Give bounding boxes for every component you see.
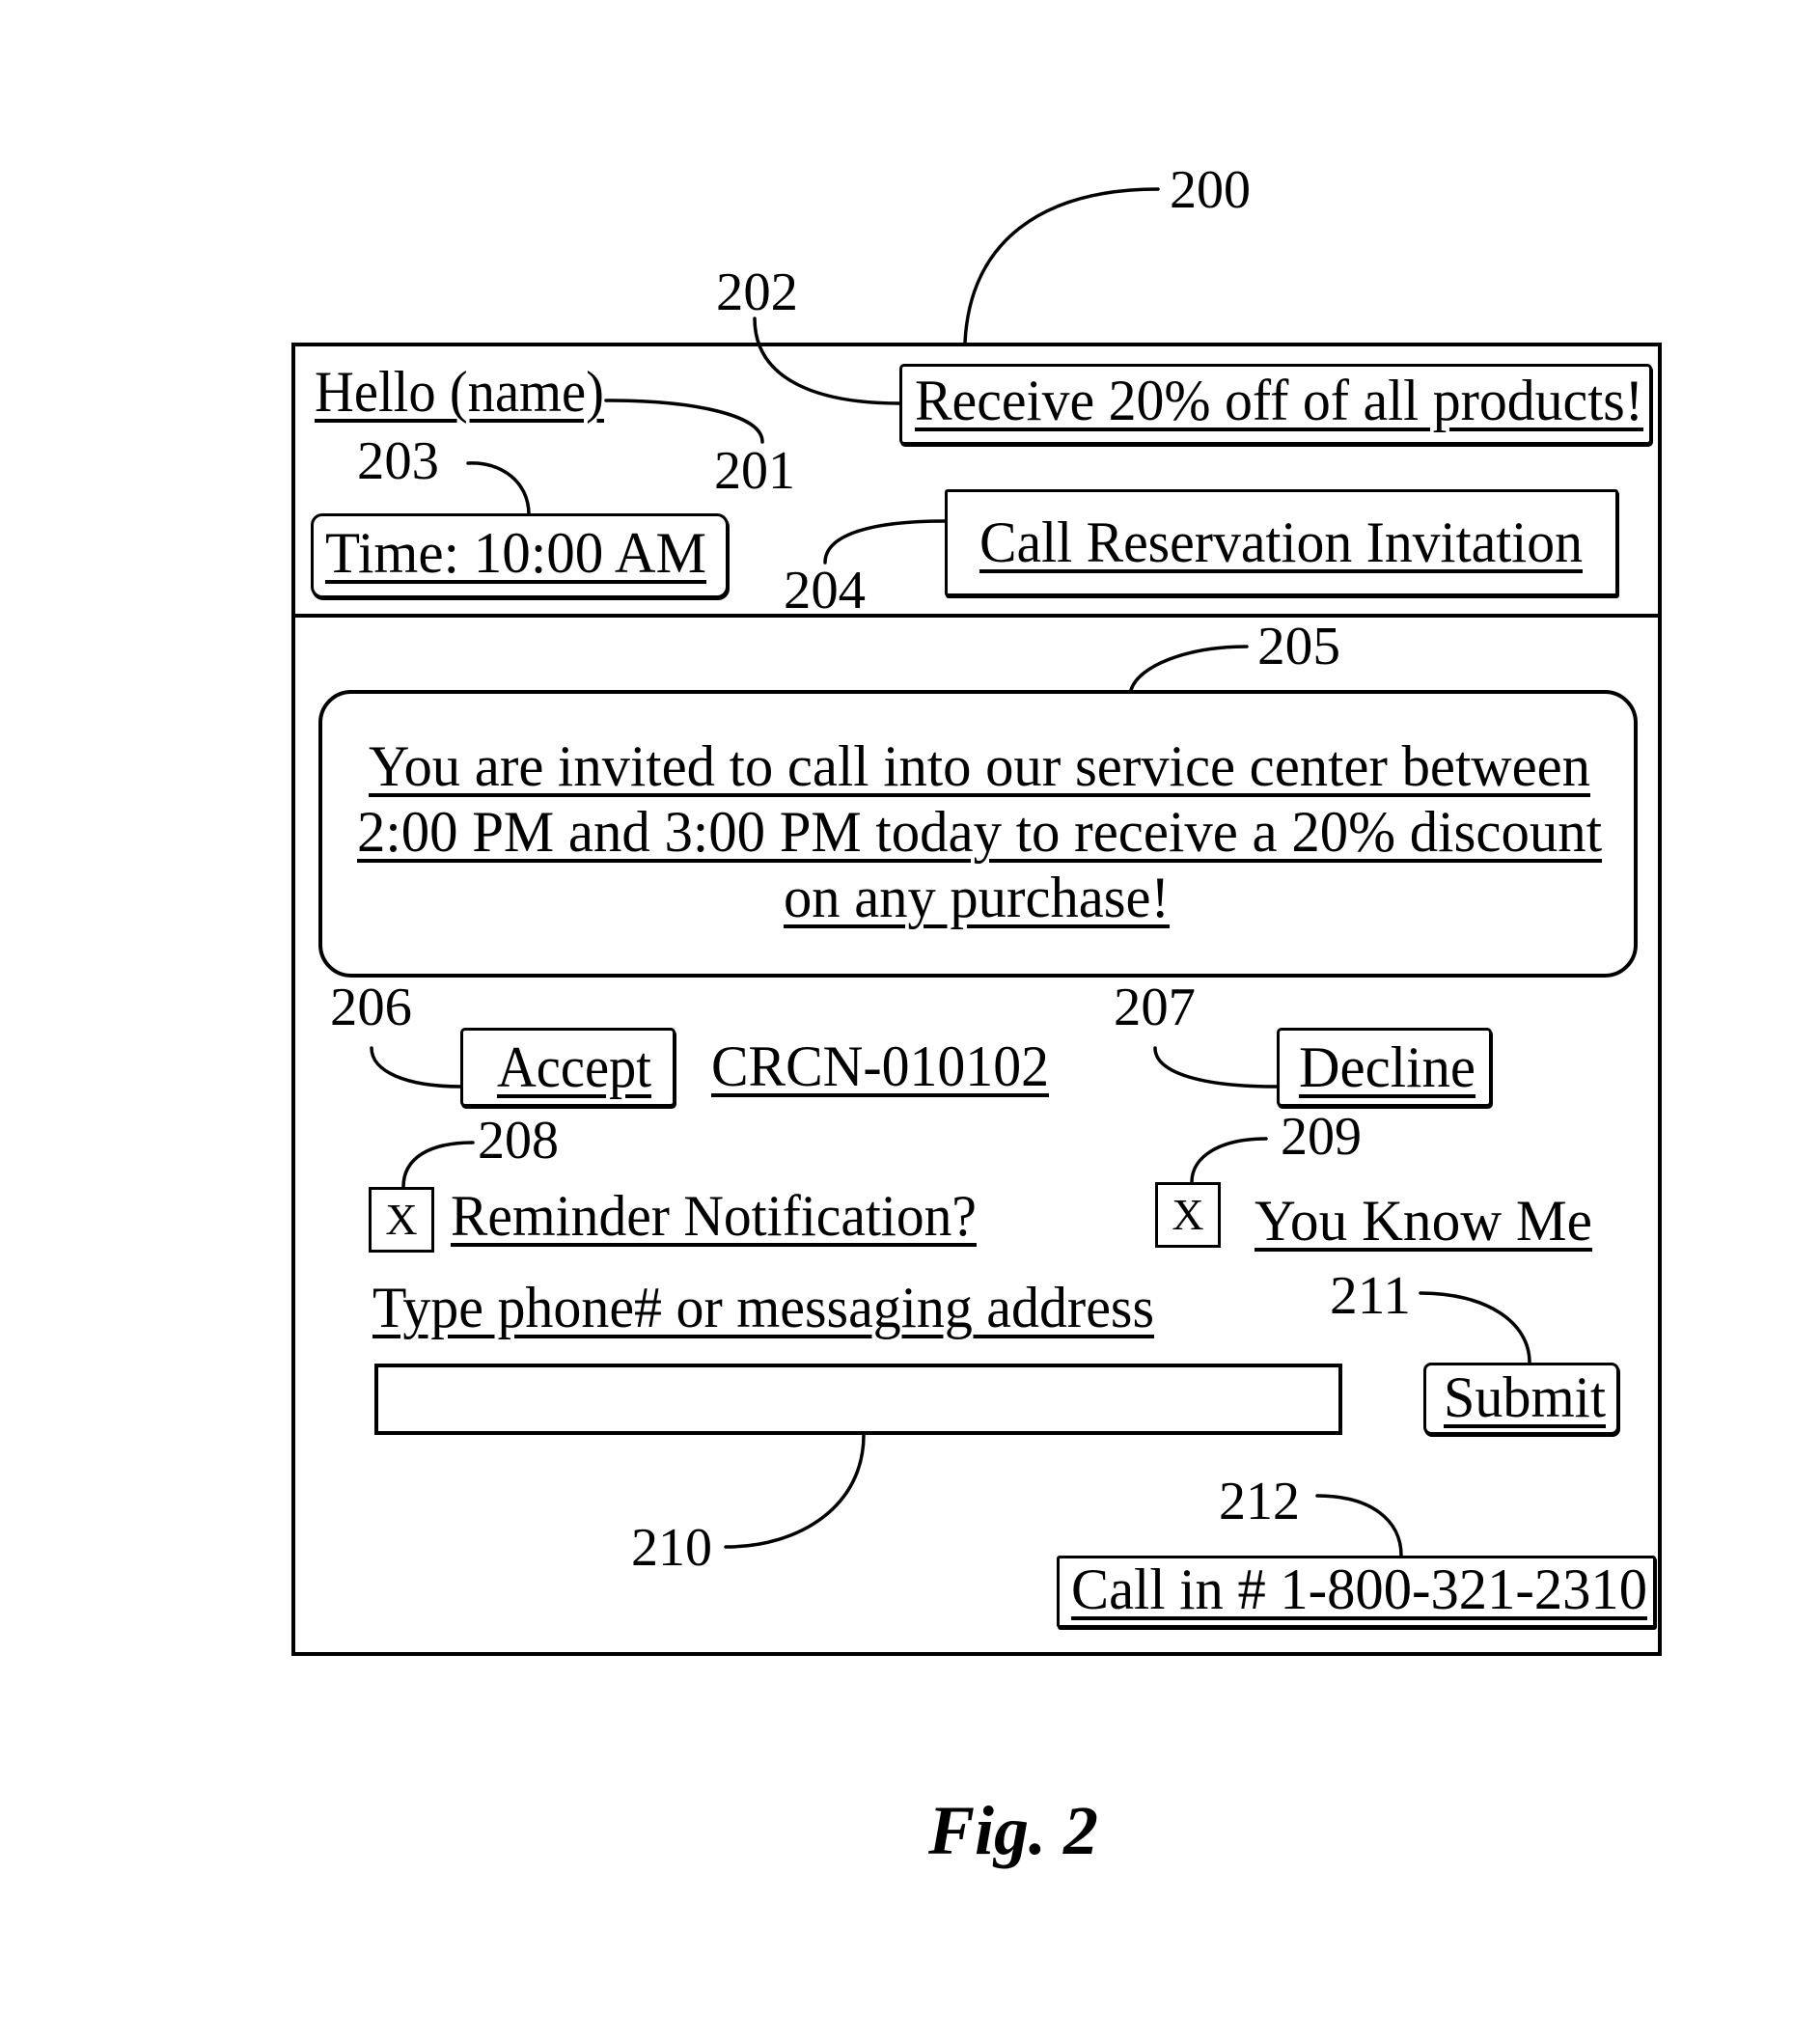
contact-input-label: Type phone# or messaging address [372, 1276, 1155, 1340]
message-line-2: 2:00 PM and 3:00 PM today to receive a 2… [357, 800, 1603, 865]
ref-numeral-202: 202 [716, 262, 798, 322]
page-title: Call Reservation Invitation [979, 510, 1583, 575]
invitation-message: You are invited to call into our service… [318, 690, 1638, 978]
reminder-notification-checkbox[interactable]: X [369, 1187, 434, 1253]
header-divider [291, 614, 1662, 618]
submit-button[interactable]: Submit [1423, 1363, 1619, 1435]
accept-button[interactable]: Accept [460, 1028, 676, 1107]
checkbox-x-mark-icon: X [1172, 1190, 1204, 1239]
figure-caption: Fig. 2 [928, 1792, 1098, 1870]
message-line-3: on any purchase! [784, 866, 1171, 930]
promo-banner[interactable]: Receive 20% off of all products! [899, 364, 1652, 445]
ref-numeral-200: 200 [1170, 159, 1251, 220]
decline-button[interactable]: Decline [1277, 1028, 1492, 1107]
decline-button-label: Decline [1299, 1035, 1475, 1100]
call-in-number[interactable]: Call in # 1-800-321-2310 [1057, 1556, 1656, 1628]
call-in-number-text: Call in # 1-800-321-2310 [1071, 1558, 1647, 1622]
you-know-me-checkbox[interactable]: X [1155, 1182, 1221, 1248]
reminder-notification-label: Reminder Notification? [451, 1184, 977, 1249]
contact-address-input[interactable] [374, 1364, 1342, 1435]
time-display: Time: 10:00 AM [311, 513, 729, 598]
greeting-text: Hello (name) [315, 360, 605, 425]
confirmation-code: CRCN-010102 [711, 1034, 1050, 1099]
promo-banner-text: Receive 20% off of all products! [915, 369, 1644, 433]
accept-button-label: Accept [497, 1035, 652, 1100]
you-know-me-label: You Know Me [1255, 1189, 1593, 1254]
checkbox-x-mark-icon: X [385, 1195, 418, 1244]
message-line-1: You are invited to call into our service… [369, 734, 1590, 799]
time-display-text: Time: 10:00 AM [325, 521, 707, 586]
submit-button-label: Submit [1444, 1365, 1606, 1430]
leader-200 [963, 187, 1160, 345]
page-title-box: Call Reservation Invitation [945, 489, 1618, 596]
